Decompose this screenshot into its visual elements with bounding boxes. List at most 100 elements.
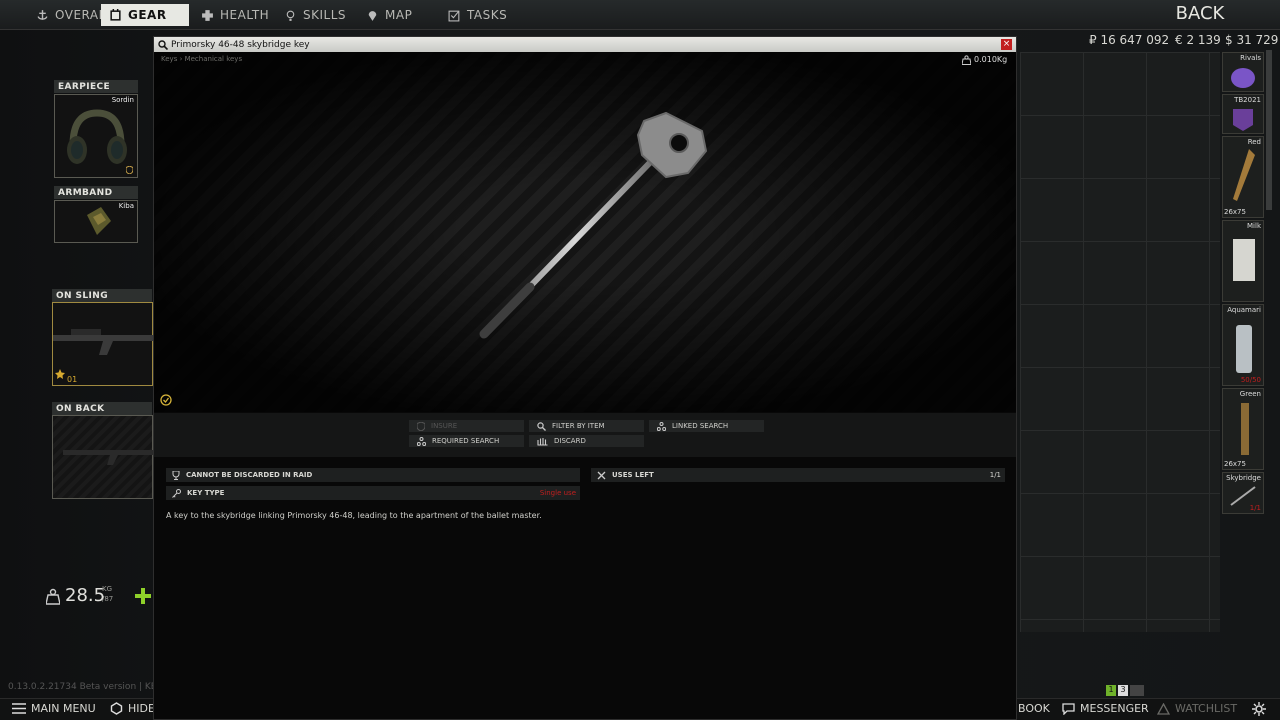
sling-badge-text: 01 bbox=[67, 375, 78, 384]
watchlist-button[interactable]: WATCHLIST bbox=[1157, 702, 1237, 715]
bullet-icon bbox=[1233, 149, 1255, 201]
tab-label: HEALTH bbox=[220, 8, 270, 22]
required-search-button[interactable]: REQUIRED SEARCH bbox=[409, 435, 524, 447]
stash-item-count: 1/1 bbox=[1249, 504, 1261, 512]
insure-button[interactable]: INSURE bbox=[409, 420, 524, 432]
warning-triangle-icon bbox=[1157, 702, 1170, 715]
skills-bulb-icon bbox=[286, 10, 295, 21]
filter-by-item-button[interactable]: FILTER BY ITEM bbox=[529, 420, 644, 432]
tab-health[interactable]: HEALTH bbox=[193, 4, 277, 26]
uses-left-label: USES LEFT bbox=[612, 471, 654, 479]
star-badge-icon bbox=[55, 369, 65, 379]
tab-gear[interactable]: GEAR bbox=[101, 4, 189, 26]
anchor-icon bbox=[37, 9, 48, 20]
stash-item-red[interactable]: Red 26x75 bbox=[1222, 136, 1264, 218]
stash-scrollbar[interactable] bbox=[1266, 50, 1272, 210]
item-title: Primorsky 46-48 skybridge key bbox=[171, 39, 310, 50]
stash-item-milk[interactable]: Milk bbox=[1222, 220, 1264, 302]
roubles-balance: ₽ 16 647 092 bbox=[1089, 33, 1170, 47]
mask-icon bbox=[1233, 109, 1253, 131]
key-type-row: KEY TYPE Single use bbox=[166, 486, 580, 500]
insure-label: INSURE bbox=[431, 422, 458, 430]
uses-left-row: USES LEFT 1/1 bbox=[591, 468, 1005, 482]
stash-item-green[interactable]: Green 26x75 bbox=[1222, 388, 1264, 470]
filter-by-item-label: FILTER BY ITEM bbox=[552, 422, 605, 430]
hamburger-icon bbox=[12, 703, 26, 714]
messenger-label: MESSENGER bbox=[1080, 702, 1149, 715]
stash-grid[interactable] bbox=[1020, 52, 1220, 632]
rifle-silhouette-icon bbox=[63, 450, 153, 465]
tab-label: SKILLS bbox=[303, 8, 347, 22]
on-sling-slot[interactable]: 01 bbox=[52, 302, 153, 386]
stash-item-label: Rivals bbox=[1240, 54, 1261, 62]
tasks-icon bbox=[448, 10, 460, 21]
stash-item-count: 50/50 bbox=[1240, 376, 1261, 384]
top-nav-bar bbox=[0, 0, 1280, 30]
cannot-discard-row: CANNOT BE DISCARDED IN RAID bbox=[166, 468, 580, 482]
stash-item-aquamari[interactable]: Aquamari 50/50 bbox=[1222, 304, 1264, 386]
messenger-button[interactable]: MESSENGER bbox=[1062, 702, 1149, 715]
tab-label: GEAR bbox=[128, 8, 167, 22]
key-icon bbox=[172, 488, 181, 498]
handbook-button[interactable]: BOOK bbox=[1018, 702, 1050, 715]
chat-icon bbox=[1062, 702, 1075, 715]
armband-icon bbox=[87, 207, 111, 235]
discard-hand-icon bbox=[537, 437, 548, 446]
back-button[interactable]: BACK bbox=[1150, 3, 1250, 24]
count-badge-1: 1 bbox=[1106, 685, 1116, 696]
discard-button[interactable]: DISCARD bbox=[529, 435, 644, 447]
search-icon bbox=[158, 40, 168, 50]
uses-left-value: 1/1 bbox=[989, 471, 1001, 479]
earpiece-slot-label: EARPIECE bbox=[54, 80, 138, 93]
helmet-icon bbox=[1231, 68, 1255, 88]
linked-nodes-icon bbox=[417, 436, 426, 446]
tab-label: MAP bbox=[385, 8, 413, 22]
stash-item-rivals[interactable]: Rivals bbox=[1222, 52, 1264, 92]
hexagon-icon bbox=[110, 702, 123, 715]
weight-icon bbox=[962, 55, 971, 65]
tab-skills[interactable]: SKILLS bbox=[276, 4, 354, 26]
stash-item-label: Green bbox=[1239, 390, 1261, 398]
settings-gear-icon[interactable] bbox=[1252, 702, 1266, 716]
book-label: BOOK bbox=[1018, 702, 1050, 715]
tab-tasks[interactable]: TASKS bbox=[440, 4, 515, 26]
on-sling-slot-label: ON SLING bbox=[52, 289, 152, 302]
stash-item-label: Skybridge bbox=[1226, 474, 1261, 482]
armband-slot-label: ARMBAND bbox=[54, 186, 138, 199]
dollars-balance: $ 31 729 bbox=[1225, 33, 1279, 47]
main-menu-button[interactable]: MAIN MENU bbox=[12, 702, 96, 715]
milk-carton-icon bbox=[1233, 239, 1255, 281]
stash-item-label: Red bbox=[1247, 138, 1261, 146]
water-bottle-icon bbox=[1236, 325, 1252, 373]
shield-icon bbox=[417, 421, 425, 431]
shield-icon bbox=[126, 166, 133, 174]
item-breadcrumb: Keys › Mechanical keys bbox=[161, 55, 243, 63]
stash-item-count: 26x75 bbox=[1224, 208, 1246, 216]
main-menu-label: MAIN MENU bbox=[31, 702, 96, 715]
stash-item-skybridge[interactable]: Skybridge 1/1 bbox=[1222, 472, 1264, 514]
armband-slot[interactable]: Kiba bbox=[54, 200, 138, 243]
health-cross-icon bbox=[202, 9, 213, 21]
trophy-icon bbox=[172, 470, 180, 480]
tools-icon bbox=[597, 471, 606, 479]
item-inspect-window[interactable]: Primorsky 46-48 skybridge key × Keys › M… bbox=[153, 36, 1017, 720]
close-button[interactable]: × bbox=[1001, 39, 1012, 50]
headset-icon bbox=[67, 109, 127, 164]
on-back-slot[interactable] bbox=[52, 415, 153, 499]
stash-item-label: Aquamari bbox=[1227, 306, 1261, 314]
stash-item-label: TB2021 bbox=[1234, 96, 1261, 104]
earpiece-slot[interactable]: Sordin bbox=[54, 94, 138, 178]
linked-search-button[interactable]: LINKED SEARCH bbox=[649, 420, 764, 432]
item-description: A key to the skybridge linking Primorsky… bbox=[166, 511, 542, 520]
map-pin-icon bbox=[368, 10, 377, 21]
watchlist-label: WATCHLIST bbox=[1175, 702, 1238, 715]
window-header[interactable]: Primorsky 46-48 skybridge key bbox=[154, 37, 1016, 52]
hide-label: HIDE bbox=[128, 702, 155, 715]
hide-button[interactable]: HIDE bbox=[110, 702, 155, 715]
item-weight: 0.010Kg bbox=[974, 55, 1008, 64]
cannot-discard-label: CANNOT BE DISCARDED IN RAID bbox=[186, 471, 313, 479]
stash-item-tb2021[interactable]: TB2021 bbox=[1222, 94, 1264, 134]
tab-map[interactable]: MAP bbox=[358, 4, 420, 26]
linked-search-label: LINKED SEARCH bbox=[672, 422, 729, 430]
weight-value: 28.5 bbox=[65, 585, 106, 606]
